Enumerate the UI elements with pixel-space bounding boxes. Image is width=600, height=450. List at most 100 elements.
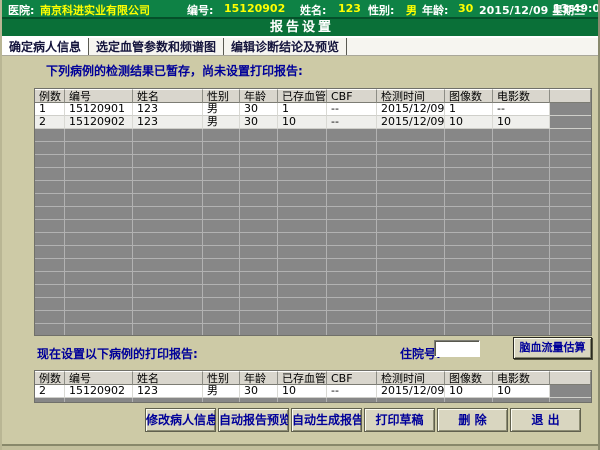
current-cases-table[interactable]: 例数编号姓名性别年龄已存血管...CBF检测时间图像数电影数2151209021… — [34, 370, 592, 403]
table-cell — [240, 194, 278, 207]
table-cell — [550, 220, 591, 233]
table-cell — [35, 233, 65, 246]
table-cell — [327, 207, 377, 220]
table-cell — [65, 142, 133, 155]
table-cell — [445, 220, 493, 233]
table-cell — [240, 246, 278, 259]
table-cell — [377, 398, 445, 403]
table-cell — [493, 298, 550, 311]
table-row — [35, 259, 591, 272]
tab-confirm-patient-info[interactable]: 确定病人信息 — [2, 38, 89, 55]
page-title: 报告设置 — [2, 19, 600, 36]
hospital-label: 医院: — [8, 2, 34, 18]
table-cell — [203, 324, 240, 336]
report-settings-window: 医院: 南京科进实业有限公司 编号: 15120902 姓名: 123 性别: … — [0, 0, 600, 450]
delete-button[interactable]: 删 除 — [437, 408, 508, 432]
table-cell — [278, 142, 327, 155]
tab-edit-diagnosis-preview[interactable]: 编辑诊断结论及预览 — [224, 38, 347, 55]
modify-patient-info-button[interactable]: 修改病人信息 — [145, 408, 216, 432]
table-cell — [133, 129, 203, 142]
table-cell — [35, 168, 65, 181]
table-cell — [327, 155, 377, 168]
table-cell: -- — [327, 385, 377, 398]
table-cell — [35, 181, 65, 194]
table-cell — [377, 233, 445, 246]
table-row[interactable]: 115120901123男301--2015/12/091-- — [35, 103, 591, 116]
table-row — [35, 233, 591, 246]
table-cell — [278, 324, 327, 336]
table-cell — [35, 324, 65, 336]
table-cell — [65, 207, 133, 220]
table-row — [35, 285, 591, 298]
table-cell — [327, 129, 377, 142]
table-cell — [65, 298, 133, 311]
patient-id-value: 15120902 — [224, 2, 285, 15]
pending-caption: 下列病例的检测结果已暂存，尚未设置打印报告: — [46, 62, 303, 79]
table-cell — [327, 142, 377, 155]
table-cell — [445, 272, 493, 285]
table-cell — [35, 259, 65, 272]
table-cell: 2015/12/09 — [377, 385, 445, 398]
table-cell — [65, 194, 133, 207]
table-header-row: 例数编号姓名性别年龄已存血管...CBF检测时间图像数电影数 — [35, 89, 591, 103]
table-cell — [445, 246, 493, 259]
table-header-cell: 年龄 — [240, 89, 278, 103]
table-header-cell: 姓名 — [133, 89, 203, 103]
table-cell — [278, 311, 327, 324]
auto-generate-report-button[interactable]: 自动生成报告 — [291, 408, 362, 432]
admission-number-input[interactable] — [434, 340, 480, 357]
table-cell — [35, 155, 65, 168]
table-cell — [550, 194, 591, 207]
table-cell — [493, 181, 550, 194]
table-cell — [377, 324, 445, 336]
table-cell — [65, 233, 133, 246]
table-row[interactable]: 215120902123男3010--2015/12/091010 — [35, 385, 591, 398]
table-cell: 1 — [278, 103, 327, 116]
table-cell — [550, 385, 591, 398]
table-cell — [278, 246, 327, 259]
pending-cases-table[interactable]: 例数编号姓名性别年龄已存血管...CBF检测时间图像数电影数1151209011… — [34, 88, 592, 336]
table-cell — [65, 220, 133, 233]
table-cell — [278, 168, 327, 181]
table-row — [35, 311, 591, 324]
table-cell: 1 — [445, 103, 493, 116]
table-cell — [445, 181, 493, 194]
table-cell — [35, 272, 65, 285]
table-cell — [203, 233, 240, 246]
table-cell: 30 — [240, 385, 278, 398]
table-cell — [133, 194, 203, 207]
action-button-row: 修改病人信息自动报告预览自动生成报告打印草稿删 除退 出 — [145, 408, 583, 432]
auto-report-preview-button[interactable]: 自动报告预览 — [218, 408, 289, 432]
table-cell — [327, 168, 377, 181]
table-cell: 2 — [35, 385, 65, 398]
table-cell — [445, 233, 493, 246]
table-cell — [493, 272, 550, 285]
table-cell: 2015/12/09 — [377, 103, 445, 116]
table-cell — [550, 103, 591, 116]
table-cell — [493, 194, 550, 207]
table-row[interactable]: 215120902123男3010--2015/12/091010 — [35, 116, 591, 129]
cbf-estimate-button[interactable]: 脑血流量估算 — [513, 337, 592, 359]
table-cell — [550, 272, 591, 285]
exit-button[interactable]: 退 出 — [510, 408, 581, 432]
table-cell — [550, 142, 591, 155]
table-cell — [65, 398, 133, 403]
table-cell — [377, 194, 445, 207]
table-cell — [133, 285, 203, 298]
table-header-cell: 电影数 — [493, 89, 550, 103]
table-cell — [445, 129, 493, 142]
table-cell — [65, 246, 133, 259]
print-draft-button[interactable]: 打印草稿 — [364, 408, 435, 432]
table-cell — [550, 259, 591, 272]
table-cell: 10 — [493, 116, 550, 129]
table-header-cell: 检测时间 — [377, 89, 445, 103]
tab-strip: 确定病人信息选定血管参数和频谱图编辑诊断结论及预览 — [2, 36, 600, 56]
table-cell — [445, 398, 493, 403]
tab-select-vessel-params[interactable]: 选定血管参数和频谱图 — [89, 38, 224, 55]
table-cell — [377, 168, 445, 181]
table-row — [35, 398, 591, 403]
table-cell — [493, 168, 550, 181]
table-cell — [493, 259, 550, 272]
table-cell — [278, 259, 327, 272]
table-cell — [240, 220, 278, 233]
